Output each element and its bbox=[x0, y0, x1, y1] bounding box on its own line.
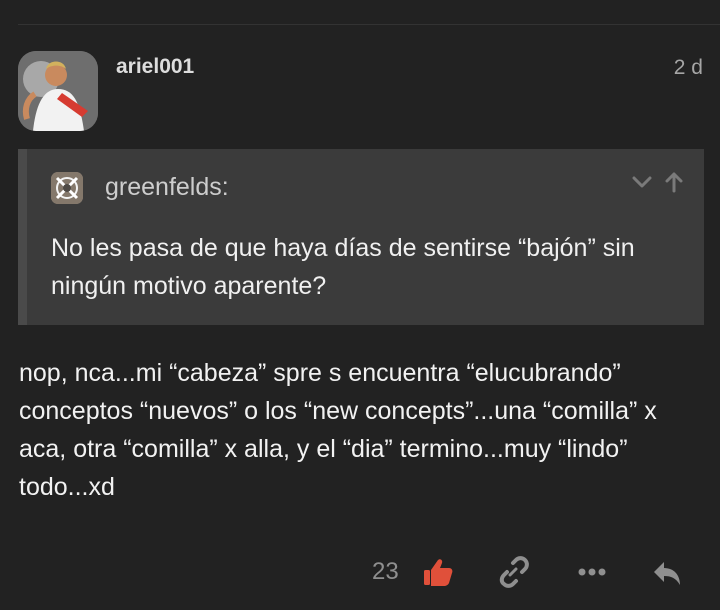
chevron-down-icon[interactable] bbox=[630, 170, 654, 194]
like-count: 23 bbox=[372, 558, 399, 585]
post-body: nop, nca...mi “cabeza” spre s encuentra … bbox=[19, 359, 657, 501]
quoted-user-avatar[interactable] bbox=[51, 172, 83, 204]
username[interactable]: ariel001 bbox=[116, 55, 194, 79]
post-date[interactable]: 2 d bbox=[674, 56, 703, 80]
quoted-author[interactable]: greenfelds: bbox=[105, 173, 229, 202]
more-icon[interactable] bbox=[575, 555, 609, 589]
link-icon[interactable] bbox=[496, 555, 530, 589]
quote-controls bbox=[630, 170, 686, 194]
quote-text: No les pasa de que haya días de sentirse… bbox=[51, 234, 635, 300]
quoted-post: greenfelds: No les pasa de que haya días… bbox=[18, 149, 704, 325]
thumbs-up-icon[interactable] bbox=[421, 555, 455, 589]
forum-post-page: ariel001 2 d greenfelds: No les pasa de … bbox=[0, 0, 720, 610]
top-divider bbox=[18, 24, 720, 25]
user-avatar[interactable] bbox=[18, 51, 98, 131]
arrow-up-icon[interactable] bbox=[662, 170, 686, 194]
reply-icon[interactable] bbox=[650, 555, 684, 589]
